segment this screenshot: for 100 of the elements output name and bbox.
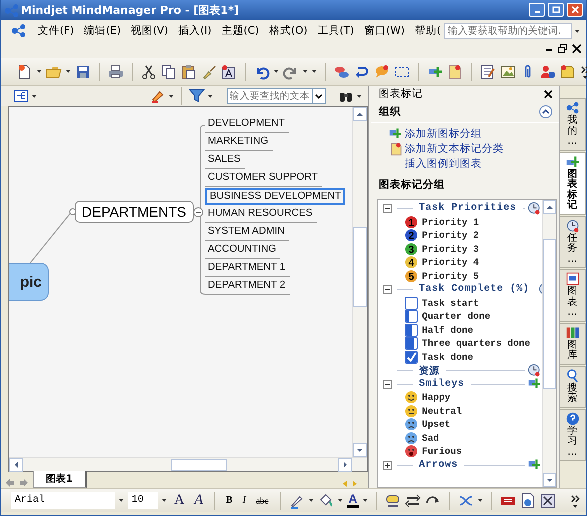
search-icon[interactable] [566,368,580,382]
dropdown-caret-icon[interactable] [363,499,368,502]
marker-label[interactable]: Happy [422,392,451,404]
subtopic[interactable]: BUSINESS DEVELOPMENT [205,188,346,205]
sheet-tab[interactable]: 图表1 [33,471,87,488]
font-style-button[interactable]: A [192,492,206,508]
font-color-button[interactable]: A [346,494,360,508]
new-document-icon[interactable] [17,64,33,80]
marker-label[interactable]: Priority 5 [422,270,480,282]
main-topic[interactable]: DEPARTMENTS [75,201,194,223]
menu-item[interactable]: 帮助( [410,22,446,40]
marker-label[interactable]: Priority 1 [422,216,480,228]
add-icon[interactable] [528,377,542,392]
priority-icon[interactable]: 5 [405,270,418,283]
picture-icon[interactable] [500,64,516,80]
help-icon[interactable] [566,412,580,426]
marker-label[interactable]: Quarter done [422,311,491,322]
close-box-icon[interactable] [540,492,556,508]
note-icon[interactable] [389,142,404,156]
clock-icon[interactable] [528,364,542,378]
paste-icon[interactable] [181,64,197,80]
copy-icon[interactable] [161,64,177,80]
progress-icon[interactable] [405,350,418,364]
menu-item[interactable]: 工具(T) [312,22,360,40]
dropdown-caret-icon[interactable] [308,499,314,502]
dropdown-caret-icon[interactable] [575,30,580,32]
save-icon[interactable] [75,64,91,80]
close-icon[interactable] [572,44,582,54]
outline-view-icon[interactable] [13,88,29,104]
expand-icon[interactable] [382,460,394,470]
marker-label[interactable]: Neutral [422,406,462,417]
collapse-section-button[interactable] [539,105,554,119]
priority-icon[interactable]: 4 [405,256,418,270]
search-dropdown-button[interactable] [312,88,326,104]
dropdown-caret-icon[interactable] [338,499,343,502]
subtopic[interactable]: DEPARTMENT 1 [205,260,290,277]
marker-label[interactable]: Three quarters done [422,338,530,350]
help-search-field[interactable]: 输入要获取帮助的关键词. [444,23,572,39]
dropdown-caret-icon[interactable] [357,94,362,98]
add-icon[interactable] [528,458,542,472]
maximize-button[interactable] [548,3,564,17]
collapse-icon[interactable] [382,380,394,389]
close-button[interactable] [567,3,583,17]
progress-icon[interactable] [405,296,418,310]
swap-lines-icon[interactable] [405,492,422,508]
topic-shape-icon[interactable] [385,492,402,508]
collapse-button[interactable] [193,207,204,218]
side-tab[interactable]: 学习… [560,408,586,461]
subtopic[interactable]: SYSTEM ADMIN [205,224,289,241]
menu-item[interactable]: 格式(O) [264,22,313,40]
close-icon[interactable] [544,90,554,98]
dropdown-caret-icon[interactable] [118,499,124,502]
restore-icon[interactable] [558,44,568,54]
task-link[interactable]: 插入图例到图表 [405,157,482,171]
subtopic[interactable]: DEPARTMENT 2 [205,278,290,295]
find-text-field[interactable]: 输入要查找的文本 [227,88,314,104]
menu-item[interactable]: 文件(F) [33,22,80,40]
scroll-left-button[interactable] [9,458,23,472]
marker-label[interactable]: Furious [422,446,462,458]
side-tab[interactable]: 图表… [560,269,586,322]
marker-label[interactable]: Priority 4 [422,257,480,268]
person-icon[interactable] [540,64,556,80]
side-tab[interactable]: 图表标记 [560,152,586,214]
menu-item[interactable]: 视图(V) [126,22,174,40]
note-icon[interactable] [447,64,463,80]
subtopic[interactable]: CUSTOMER SUPPORT [205,170,322,187]
nodes-icon[interactable] [566,101,580,115]
task-link[interactable]: 添加新文本标记分类 [405,142,504,156]
marker-group-title[interactable]: Smileys [416,378,468,390]
marker-label[interactable]: Task start [422,298,480,309]
marker-label[interactable]: Half done [422,324,474,336]
priority-icon[interactable]: 1 [405,216,418,229]
brush-icon[interactable] [201,64,217,80]
nodes-icon[interactable] [11,23,27,39]
progress-icon[interactable] [405,324,418,337]
scroll-right-button[interactable] [338,458,352,472]
marker-group-title[interactable]: Task Priorities [416,203,520,214]
marker-group-title[interactable]: Arrows [416,460,462,471]
scroll-down-button[interactable] [353,443,368,457]
smiley-icon[interactable] [405,418,418,432]
text-format-icon[interactable] [221,64,237,80]
scrollbar-thumb[interactable] [543,238,556,388]
side-tab[interactable]: 任务… [560,216,586,268]
menu-item[interactable]: 窗口(W) [359,22,410,40]
dropdown-caret-icon[interactable] [32,94,37,98]
task-icon[interactable] [566,218,580,232]
subtopic[interactable]: HUMAN RESOURCES [205,206,317,223]
printer-icon[interactable] [108,64,124,80]
marker-label[interactable]: Priority 3 [422,244,480,255]
minimize-button[interactable] [529,3,545,17]
grow-font-button[interactable]: A [171,492,188,508]
bold-button[interactable]: B [223,495,236,506]
dropdown-caret-icon[interactable] [162,499,168,502]
callout-icon[interactable] [374,64,390,80]
italic-button[interactable]: I [240,495,250,506]
task-link[interactable]: 添加新图标分组 [405,127,482,141]
subtopic[interactable]: DEVELOPMENT [205,116,289,133]
library-icon[interactable] [566,326,580,340]
document-export-icon[interactable] [520,492,536,508]
scroll-up-button[interactable] [353,107,368,121]
